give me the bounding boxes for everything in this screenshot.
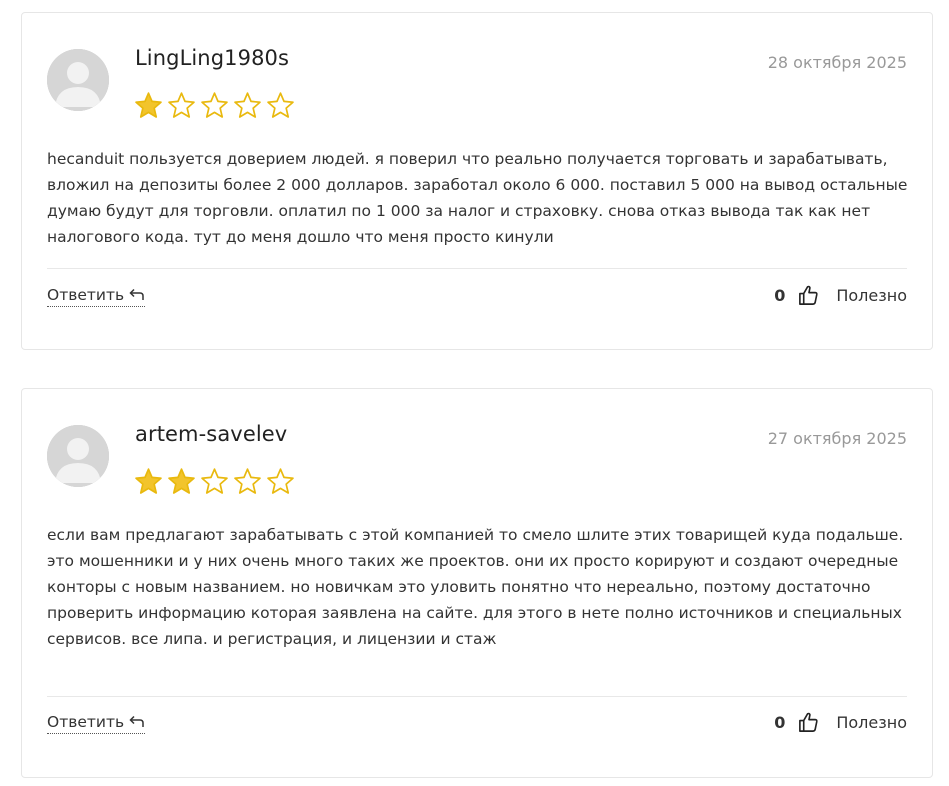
reply-arrow-icon — [129, 715, 144, 727]
review-card: artem-savelev 27 октября 2025 если вам п… — [21, 388, 933, 778]
star-rating — [134, 91, 295, 120]
helpful-block: 0 Полезно — [774, 284, 907, 307]
reply-label: Ответить — [47, 713, 125, 731]
review-card: LingLing1980s 28 октября 2025 hecanduit … — [21, 12, 933, 350]
star-empty-icon — [201, 468, 228, 494]
star-empty-icon — [267, 468, 294, 494]
like-button[interactable] — [797, 711, 820, 734]
star-empty-icon — [234, 468, 261, 494]
like-count: 0 — [774, 713, 786, 732]
star-filled-icon — [135, 468, 162, 494]
reply-button[interactable]: Ответить — [47, 286, 146, 307]
reply-button[interactable]: Ответить — [47, 713, 146, 734]
review-author[interactable]: artem-savelev — [135, 422, 287, 446]
star-filled-icon — [135, 92, 162, 118]
star-empty-icon — [168, 92, 195, 118]
reply-label: Ответить — [47, 286, 125, 304]
reply-arrow-icon — [129, 288, 144, 300]
divider — [47, 268, 907, 269]
review-author[interactable]: LingLing1980s — [135, 46, 289, 70]
review-date: 28 октября 2025 — [767, 53, 907, 72]
helpful-label[interactable]: Полезно — [836, 713, 907, 732]
like-count: 0 — [774, 286, 786, 305]
thumbs-up-icon — [799, 712, 818, 732]
star-rating — [134, 467, 295, 496]
review-text: hecanduit пользуется доверием людей. я п… — [47, 150, 908, 246]
helpful-block: 0 Полезно — [774, 711, 907, 734]
star-empty-icon — [201, 92, 228, 118]
like-button[interactable] — [797, 284, 820, 307]
avatar-placeholder-icon — [47, 49, 109, 111]
star-empty-icon — [267, 92, 294, 118]
star-empty-icon — [234, 92, 261, 118]
review-text: если вам предлагают зарабатывать с этой … — [47, 526, 904, 648]
helpful-label[interactable]: Полезно — [836, 286, 907, 305]
review-date: 27 октября 2025 — [767, 429, 907, 448]
avatar-placeholder-icon — [47, 425, 109, 487]
divider — [47, 696, 907, 697]
thumbs-up-icon — [799, 285, 818, 305]
star-filled-icon — [168, 468, 195, 494]
